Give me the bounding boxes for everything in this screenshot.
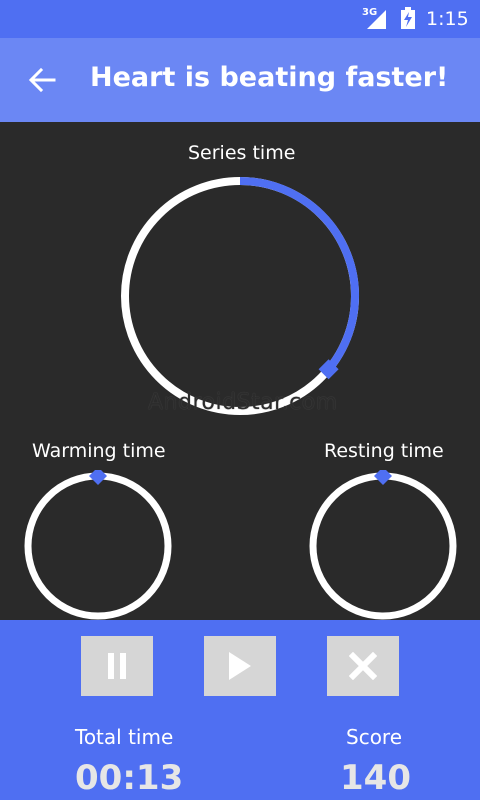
score-label: Score (346, 725, 403, 749)
page-title: Heart is beating faster! (90, 62, 449, 93)
resting-ring-track (309, 472, 457, 620)
status-bar: 3G 1:15 (0, 0, 480, 38)
series-progress-arc (239, 177, 359, 372)
total-time-value: 00:13 (75, 758, 184, 798)
warming-time-label: Warming time (32, 440, 166, 462)
warming-ring-track (24, 472, 172, 620)
score-value: 140 (340, 758, 411, 798)
pause-icon (108, 653, 126, 679)
app-bar: Heart is beating faster! (0, 38, 480, 122)
arrow-back-icon[interactable] (26, 64, 58, 96)
timer-area: Series time AndroidStar.com Warming time… (0, 122, 480, 620)
control-panel: Total time 00:13 Score 140 (0, 620, 480, 800)
series-timer-ring (121, 177, 359, 415)
clock: 1:15 (426, 8, 469, 30)
total-time-label: Total time (75, 725, 174, 749)
play-icon (229, 652, 251, 680)
pause-button[interactable] (81, 636, 153, 696)
series-time-label: Series time (188, 142, 296, 164)
resting-progress-marker (374, 470, 392, 485)
warming-progress-marker (89, 470, 107, 485)
resting-timer-ring (309, 470, 457, 620)
battery-charging-icon (401, 7, 415, 29)
warming-timer-ring (24, 470, 172, 620)
close-icon (349, 652, 377, 680)
play-button[interactable] (204, 636, 276, 696)
stop-button[interactable] (327, 636, 399, 696)
watermark: AndroidStar.com (148, 390, 338, 415)
resting-time-label: Resting time (324, 440, 444, 462)
signal-icon (367, 10, 386, 29)
